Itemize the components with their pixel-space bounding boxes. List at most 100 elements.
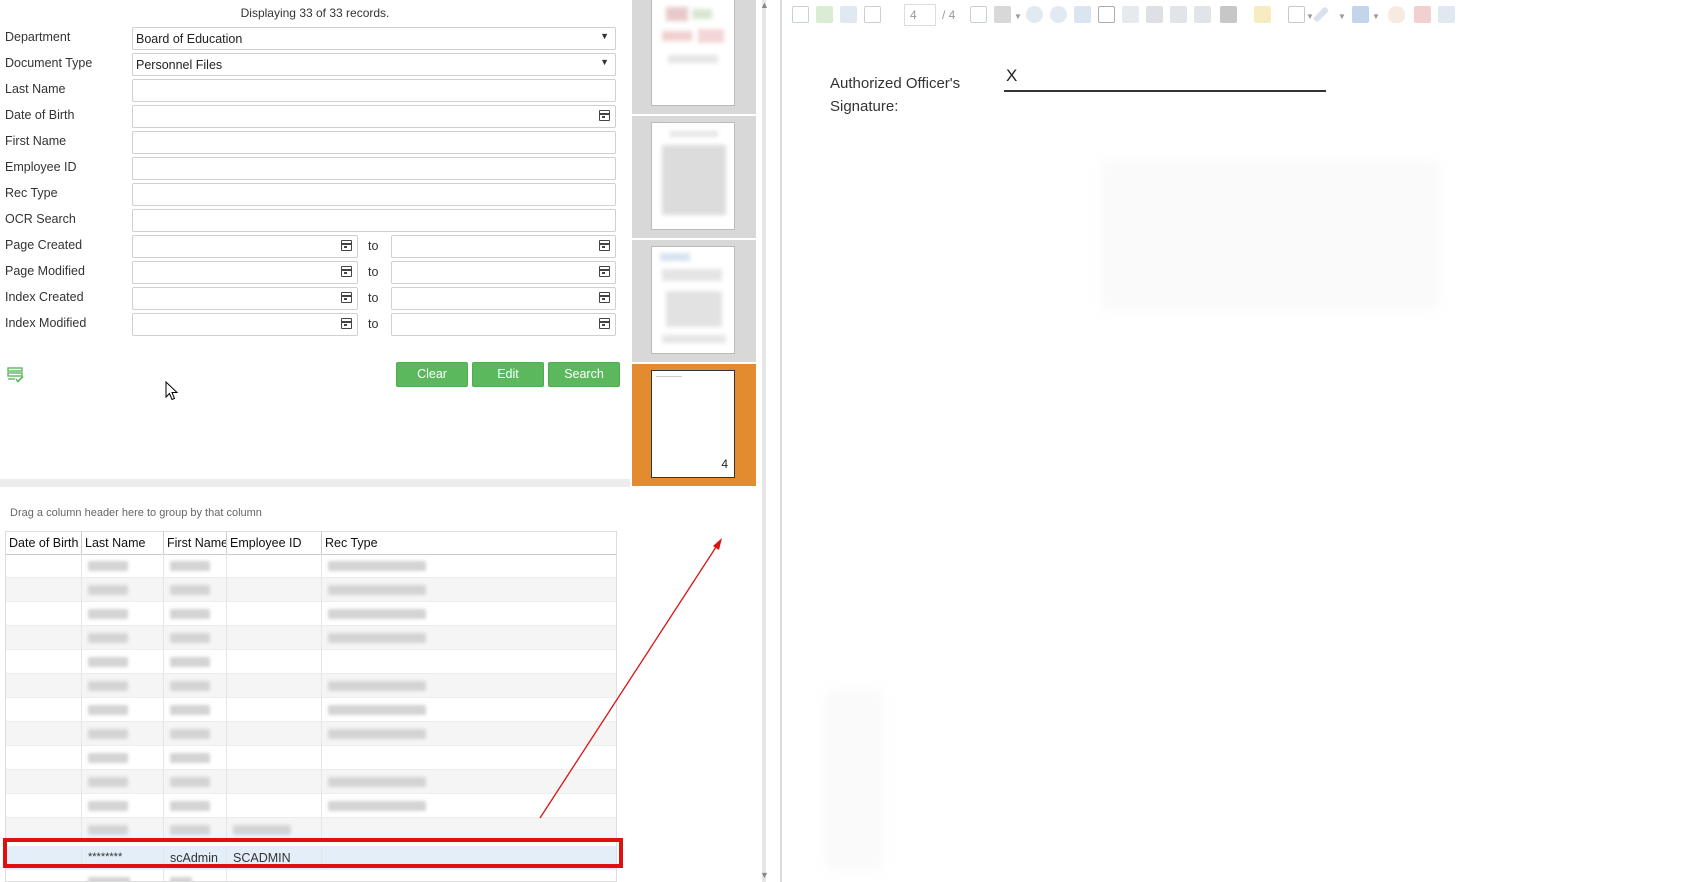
- column-header-rec-type[interactable]: Rec Type: [322, 532, 616, 555]
- column-header-first-name[interactable]: First Name: [164, 532, 227, 555]
- document-type-label: Document Type: [5, 56, 93, 70]
- index-created-to-input[interactable]: [391, 287, 616, 310]
- thumbnail-page-1[interactable]: [632, 0, 756, 114]
- column-header-date-of-birth[interactable]: Date of Birth: [6, 532, 82, 555]
- cell-date-of-birth: [6, 602, 82, 626]
- chevron-down-icon[interactable]: ▼: [1306, 12, 1314, 21]
- table-row[interactable]: [6, 698, 616, 722]
- zoom-in-icon[interactable]: [1026, 6, 1043, 23]
- list-check-icon[interactable]: [7, 367, 24, 383]
- chevron-down-icon[interactable]: ▼: [1338, 12, 1346, 21]
- pen-icon[interactable]: [1312, 6, 1330, 23]
- table-row[interactable]: [6, 554, 616, 578]
- flip-vertical-icon[interactable]: [1170, 6, 1187, 23]
- date-of-birth-input[interactable]: [132, 105, 616, 128]
- document-type-select[interactable]: Personnel Files ▼: [132, 53, 616, 76]
- thumbnail-page-2[interactable]: [632, 116, 756, 238]
- search-button[interactable]: Search: [548, 362, 620, 387]
- department-label: Department: [5, 30, 71, 44]
- calendar-icon[interactable]: [341, 266, 352, 277]
- page-modified-to-input[interactable]: [391, 261, 616, 284]
- rec-type-input[interactable]: [132, 183, 616, 206]
- table-row[interactable]: [6, 674, 616, 698]
- add-page-icon[interactable]: [816, 6, 833, 23]
- calendar-icon[interactable]: [599, 266, 610, 277]
- export-page-icon[interactable]: [970, 6, 987, 23]
- page-modified-from-input[interactable]: [132, 261, 358, 284]
- edit-button[interactable]: Edit: [472, 362, 544, 387]
- calendar-icon[interactable]: [599, 110, 610, 121]
- chevron-down-icon[interactable]: ▼: [1014, 12, 1022, 21]
- text-annotation-icon[interactable]: [1288, 6, 1305, 23]
- last-name-input[interactable]: [132, 79, 616, 102]
- edit-annotation-icon[interactable]: [1438, 6, 1455, 23]
- index-created-from-input[interactable]: [132, 287, 358, 310]
- signature-x: X: [1006, 66, 1018, 85]
- table-row[interactable]: [6, 626, 616, 650]
- calendar-icon[interactable]: [599, 292, 610, 303]
- redacted-value: [88, 729, 128, 739]
- column-header-last-name[interactable]: Last Name: [82, 532, 164, 555]
- calendar-icon[interactable]: [341, 292, 352, 303]
- page-thumbnails: 4: [632, 0, 756, 882]
- page-number-input[interactable]: 4: [904, 4, 936, 26]
- index-modified-to-input[interactable]: [391, 313, 616, 336]
- column-header-employee-id[interactable]: Employee ID: [227, 532, 322, 555]
- panel-splitter[interactable]: [0, 479, 630, 487]
- crop-icon[interactable]: [1194, 6, 1211, 23]
- scroll-up-icon[interactable]: ▲: [760, 0, 769, 10]
- calendar-icon[interactable]: [341, 318, 352, 329]
- cell-first-name: [164, 650, 227, 674]
- redacted-value: [170, 777, 210, 787]
- page-created-to-input[interactable]: [391, 235, 616, 258]
- sticky-note-icon[interactable]: [1254, 6, 1271, 23]
- page-created-label: Page Created: [5, 238, 83, 252]
- scroll-down-icon[interactable]: ▼: [760, 870, 769, 880]
- burn-icon[interactable]: [1388, 6, 1405, 23]
- date-of-birth-label: Date of Birth: [5, 108, 75, 122]
- chevron-down-icon[interactable]: ▼: [1372, 12, 1380, 21]
- table-row[interactable]: [6, 794, 616, 818]
- chevron-down-icon[interactable]: ▼: [600, 31, 609, 41]
- table-row[interactable]: [6, 578, 616, 602]
- calendar-icon[interactable]: [599, 240, 610, 251]
- page-icon[interactable]: [864, 6, 881, 23]
- thumbnails-scrollbar[interactable]: [762, 0, 766, 882]
- delete-annotation-icon[interactable]: [1414, 6, 1431, 23]
- employee-id-input[interactable]: [132, 157, 616, 180]
- department-select[interactable]: Board of Education ▼: [132, 27, 616, 50]
- fit-page-icon[interactable]: [1074, 6, 1091, 23]
- index-modified-from-input[interactable]: [132, 313, 358, 336]
- thumbnail-page-4[interactable]: 4: [632, 364, 756, 486]
- rotate-icon[interactable]: [1122, 6, 1139, 23]
- zoom-out-icon[interactable]: [1050, 6, 1067, 23]
- table-row[interactable]: [6, 722, 616, 746]
- thumbnail-page-3[interactable]: [632, 240, 756, 362]
- flip-horizontal-icon[interactable]: [1146, 6, 1163, 23]
- calendar-icon[interactable]: [341, 240, 352, 251]
- calendar-icon[interactable]: [599, 318, 610, 329]
- table-row[interactable]: [6, 770, 616, 794]
- cell-last-name: [82, 770, 164, 794]
- table-row[interactable]: [6, 602, 616, 626]
- cell-date-of-birth: [6, 626, 82, 650]
- next-arrow-icon[interactable]: [840, 6, 857, 23]
- page-created-from-input[interactable]: [132, 235, 358, 258]
- new-page-icon[interactable]: [792, 6, 809, 23]
- cell-last-name: [82, 870, 164, 881]
- table-row[interactable]: [6, 870, 616, 881]
- redact-icon[interactable]: [1220, 6, 1237, 23]
- cell-last-name: [82, 794, 164, 818]
- chevron-down-icon[interactable]: ▼: [600, 57, 609, 67]
- index-modified-label: Index Modified: [5, 316, 87, 330]
- to-label: to: [368, 291, 379, 305]
- table-row[interactable]: [6, 650, 616, 674]
- fit-width-icon[interactable]: [1098, 6, 1115, 23]
- highlighter-icon[interactable]: [1352, 6, 1369, 23]
- clear-button[interactable]: Clear: [396, 362, 468, 387]
- redacted-value: [233, 825, 291, 835]
- first-name-input[interactable]: [132, 131, 616, 154]
- print-icon[interactable]: [994, 6, 1011, 23]
- table-row[interactable]: [6, 746, 616, 770]
- ocr-search-input[interactable]: [132, 209, 616, 232]
